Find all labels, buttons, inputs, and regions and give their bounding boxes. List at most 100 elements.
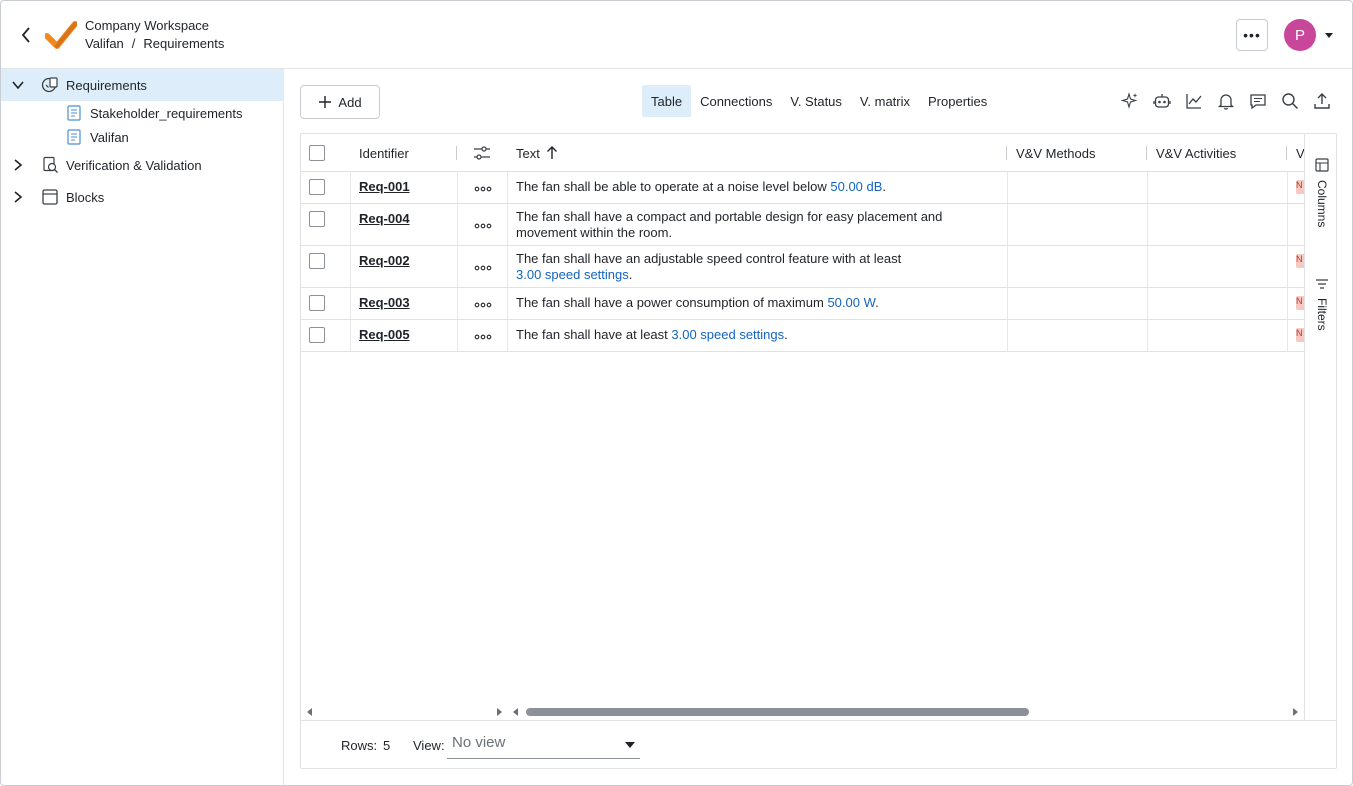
column-header-identifier[interactable]: Identifier — [359, 134, 409, 172]
breadcrumb-project[interactable]: Valifan — [85, 36, 124, 51]
requirement-id-link[interactable]: Req-003 — [359, 295, 410, 310]
requirement-id-link[interactable]: Req-004 — [359, 211, 410, 226]
row-checkbox[interactable] — [309, 253, 325, 269]
column-header-vv-methods[interactable]: V&V Methods — [1016, 134, 1096, 172]
table-header: Identifier Text V&V Methods V&V Activiti… — [301, 134, 1304, 172]
parameter-value[interactable]: 50.00 dB — [830, 179, 882, 194]
horizontal-scrollbar[interactable] — [301, 704, 1304, 720]
text-segment: . — [628, 267, 633, 282]
chevron-right-icon[interactable] — [11, 190, 25, 204]
view-select[interactable]: No view — [447, 731, 640, 759]
text-segment: The fan shall have a compact and portabl… — [516, 209, 943, 240]
tab-v-matrix[interactable]: V. matrix — [851, 85, 919, 117]
row-more-icon[interactable] — [473, 185, 493, 193]
sparkle-icon — [1121, 92, 1138, 109]
table-row[interactable]: Req-003 The fan shall have a power consu… — [301, 288, 1304, 320]
scroll-thumb[interactable] — [526, 708, 1029, 716]
columns-panel-toggle[interactable]: Columns — [1313, 158, 1333, 238]
sidebar-item-verification-validation[interactable]: Verification & Validation — [1, 149, 284, 181]
requirement-id-link[interactable]: Req-001 — [359, 179, 410, 194]
parameter-value[interactable]: 50.00 W — [827, 295, 875, 310]
row-checkbox[interactable] — [309, 295, 325, 311]
breadcrumb: Valifan / Requirements — [85, 36, 224, 51]
search-button[interactable] — [1280, 91, 1300, 111]
tab-table[interactable]: Table — [642, 85, 692, 117]
status-badge: N — [1296, 328, 1304, 342]
parameter-value[interactable]: 3.00 speed settings — [516, 267, 629, 282]
export-button[interactable] — [1312, 91, 1332, 111]
table-row[interactable]: Req-005 The fan shall have at least 3.00… — [301, 320, 1304, 352]
requirement-text[interactable]: The fan shall have a power consumption o… — [516, 295, 1004, 311]
column-resizer[interactable] — [456, 146, 457, 160]
more-options-button[interactable]: ••• — [1236, 19, 1268, 51]
requirement-text[interactable]: The fan shall have a compact and portabl… — [516, 209, 1004, 241]
table-row[interactable]: Req-004 The fan shall have a compact and… — [301, 204, 1304, 246]
column-resizer[interactable] — [1146, 146, 1147, 160]
top-header: Company Workspace Valifan / Requirements… — [1, 1, 1352, 69]
bot-button[interactable] — [1152, 91, 1172, 111]
row-more-icon[interactable] — [473, 264, 493, 272]
scroll-right-icon[interactable] — [495, 708, 503, 716]
breadcrumb-current: Requirements — [143, 36, 225, 51]
caret-down-icon[interactable] — [1324, 30, 1334, 40]
sidebar-item-blocks[interactable]: Blocks — [1, 181, 284, 213]
tab-v-status[interactable]: V. Status — [781, 85, 851, 117]
analytics-button[interactable] — [1184, 91, 1204, 111]
avatar[interactable]: P — [1284, 19, 1316, 51]
search-icon — [1282, 93, 1299, 110]
vv-methods-cell — [1008, 204, 1148, 245]
column-settings-button[interactable] — [473, 134, 491, 172]
table-row[interactable]: Req-001 The fan shall be able to operate… — [301, 172, 1304, 204]
requirement-text[interactable]: The fan shall be able to operate at a no… — [516, 179, 1004, 195]
text-segment: The fan shall have a power consumption o… — [516, 295, 828, 310]
chevron-down-icon[interactable] — [11, 78, 25, 92]
requirement-id-link[interactable]: Req-005 — [359, 327, 410, 342]
export-icon — [1314, 93, 1330, 109]
tab-connections[interactable]: Connections — [691, 85, 781, 117]
tab-properties[interactable]: Properties — [919, 85, 996, 117]
sidebar-item-label: Requirements — [66, 78, 147, 93]
scroll-right-icon[interactable] — [1291, 708, 1299, 716]
row-more-icon[interactable] — [473, 333, 493, 341]
vv-methods-cell — [1008, 320, 1148, 351]
view-tabs: Table Connections V. Status V. matrix Pr… — [642, 85, 996, 117]
select-all-checkbox[interactable] — [309, 145, 325, 161]
comments-button[interactable] — [1248, 91, 1268, 111]
requirement-id-link[interactable]: Req-002 — [359, 253, 410, 268]
column-resizer[interactable] — [1006, 146, 1007, 160]
row-more-icon[interactable] — [473, 301, 493, 309]
text-segment: . — [882, 179, 887, 194]
filters-panel-toggle[interactable]: Filters — [1313, 278, 1333, 348]
sidebar-item-label: Verification & Validation — [66, 158, 202, 173]
requirements-icon — [41, 77, 58, 93]
column-resizer[interactable] — [1286, 146, 1287, 160]
scroll-left-icon[interactable] — [306, 708, 314, 716]
ai-assist-button[interactable] — [1120, 91, 1140, 111]
vv-activities-cell — [1148, 288, 1288, 319]
table-row[interactable]: Req-002 The fan shall have an adjustable… — [301, 246, 1304, 288]
workspace-title: Company Workspace — [85, 18, 210, 33]
column-header-vv-activities[interactable]: V&V Activities — [1156, 134, 1236, 172]
row-checkbox[interactable] — [309, 327, 325, 343]
back-button[interactable] — [15, 23, 37, 47]
row-checkbox[interactable] — [309, 211, 325, 227]
scroll-left-icon[interactable] — [512, 708, 520, 716]
verification-icon — [43, 156, 58, 173]
sort-ascending-icon[interactable] — [546, 146, 558, 160]
add-button[interactable]: Add — [300, 85, 380, 119]
requirement-text[interactable]: The fan shall have an adjustable speed c… — [516, 251, 916, 283]
robot-icon — [1153, 94, 1171, 108]
notifications-button[interactable] — [1216, 91, 1236, 111]
parameter-value[interactable]: 3.00 speed settings — [671, 327, 784, 342]
row-checkbox[interactable] — [309, 179, 325, 195]
sidebar-tree: Requirements Stakeholder_requirements Va… — [1, 69, 284, 785]
requirement-text[interactable]: The fan shall have at least 3.00 speed s… — [516, 327, 1004, 343]
pane-divider — [508, 352, 509, 704]
column-header-text[interactable]: Text — [516, 134, 558, 172]
column-header-partial[interactable]: V — [1296, 134, 1304, 172]
vv-activities-cell — [1148, 172, 1288, 203]
text-segment: The fan shall be able to operate at a no… — [516, 179, 831, 194]
row-more-icon[interactable] — [473, 222, 493, 230]
text-segment: . — [875, 295, 879, 310]
chevron-right-icon[interactable] — [11, 158, 25, 172]
